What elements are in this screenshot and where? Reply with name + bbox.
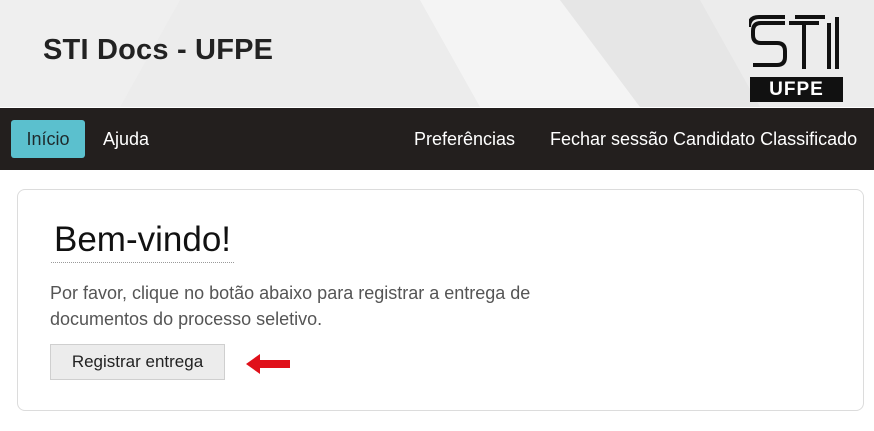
nav-preferencias[interactable]: Preferências xyxy=(414,120,515,158)
instructions-line-2: documentos do processo seletivo. xyxy=(50,309,323,329)
instructions-text: Por favor, clique no botão abaixo para r… xyxy=(50,280,590,332)
nav-inicio[interactable]: Início xyxy=(11,120,85,158)
register-delivery-button[interactable]: Registrar entrega xyxy=(50,344,225,380)
red-arrow-left-icon xyxy=(246,354,290,374)
main-navbar: Início Ajuda Preferências Fechar sessão … xyxy=(0,108,874,170)
page-header: STI Docs - UFPE UFPE xyxy=(0,0,874,107)
site-title: STI Docs - UFPE xyxy=(43,34,274,66)
welcome-panel: Bem-vindo! Por favor, clique no botão ab… xyxy=(17,189,864,411)
welcome-heading: Bem-vindo! xyxy=(51,220,235,263)
nav-fechar-sessao[interactable]: Fechar sessão Candidato Classificado xyxy=(550,120,857,158)
sti-logo-icon xyxy=(749,15,839,69)
nav-ajuda[interactable]: Ajuda xyxy=(103,120,149,158)
logo-ufpe-text: UFPE xyxy=(769,79,824,100)
logo-ufpe-label: UFPE xyxy=(750,77,843,102)
instructions-line-1: Por favor, clique no botão abaixo para r… xyxy=(50,283,531,303)
sti-ufpe-logo[interactable]: UFPE xyxy=(749,13,843,102)
